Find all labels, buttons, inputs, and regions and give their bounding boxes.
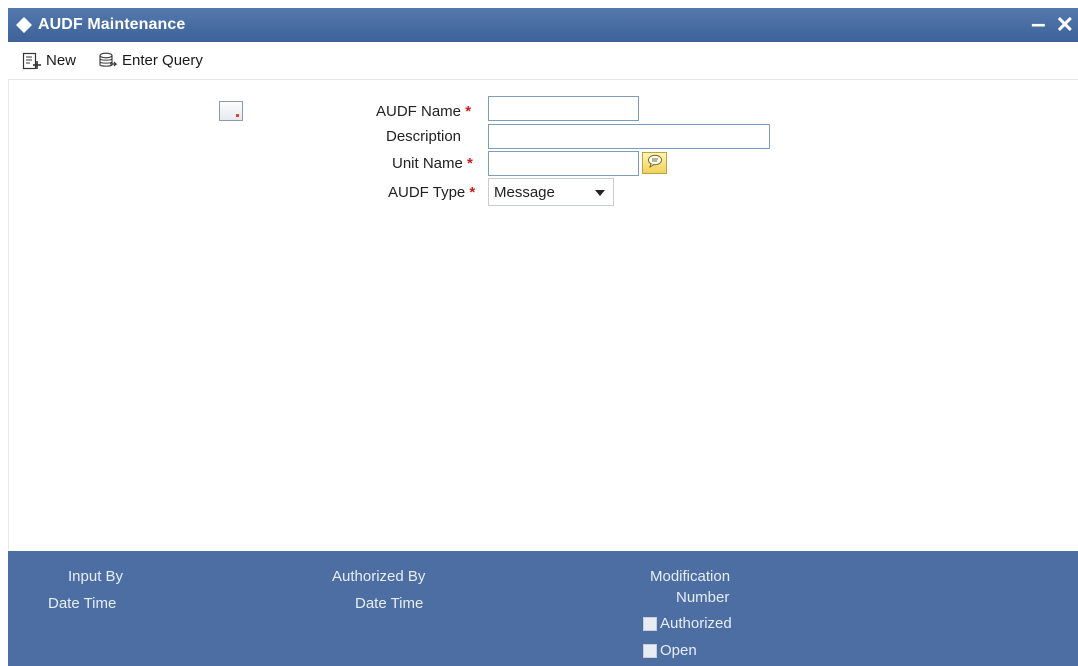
chevron-down-icon	[595, 190, 605, 196]
unit-name-input[interactable]	[488, 151, 639, 176]
audf-type-select[interactable]: Message	[488, 178, 614, 206]
new-button-label: New	[46, 52, 77, 69]
authorized-checkbox-label: Authorized	[660, 615, 732, 632]
authorized-checkbox-box[interactable]	[643, 616, 657, 631]
modification-label: Modification	[650, 568, 731, 585]
open-checkbox-box[interactable]	[643, 643, 657, 658]
authorized-checkbox[interactable]: Authorized	[643, 615, 732, 632]
unit-name-lov-button[interactable]	[642, 152, 667, 174]
input-date-time-label: Date Time	[48, 595, 117, 612]
database-query-icon	[98, 52, 118, 70]
toolbar: New Enter Query	[8, 42, 1078, 80]
speech-bubble-icon	[647, 154, 663, 172]
window-titlebar: AUDF Maintenance – ✕	[8, 8, 1078, 42]
fields-button-icon[interactable]	[219, 101, 243, 121]
diamond-icon	[14, 15, 34, 35]
audf-name-label: AUDF Name *	[376, 103, 472, 120]
audf-type-label: AUDF Type *	[388, 184, 476, 201]
close-button[interactable]: ✕	[1056, 14, 1074, 36]
enter-query-button[interactable]: Enter Query	[98, 52, 203, 70]
content-border	[8, 80, 9, 550]
required-asterisk: *	[465, 103, 472, 120]
required-asterisk: *	[467, 155, 473, 172]
description-input[interactable]	[488, 124, 770, 149]
audit-footer: Input By Date Time Authorized By Date Ti…	[8, 551, 1078, 666]
unit-name-label: Unit Name *	[392, 155, 473, 172]
required-asterisk: *	[469, 184, 476, 201]
minimize-button[interactable]: –	[1031, 10, 1045, 36]
audf-type-selected-value: Message	[494, 183, 555, 201]
number-label: Number	[676, 589, 730, 606]
audf-name-input[interactable]	[488, 96, 639, 121]
new-document-icon	[22, 52, 42, 70]
new-button[interactable]: New	[22, 52, 76, 70]
window-title: AUDF Maintenance	[38, 16, 186, 33]
enter-query-label: Enter Query	[122, 52, 203, 69]
open-checkbox[interactable]: Open	[643, 642, 697, 659]
authorized-date-time-label: Date Time	[355, 595, 424, 612]
input-by-label: Input By	[68, 568, 124, 585]
description-label: Description	[386, 128, 462, 145]
authorized-by-label: Authorized By	[332, 568, 426, 585]
open-checkbox-label: Open	[660, 642, 697, 659]
